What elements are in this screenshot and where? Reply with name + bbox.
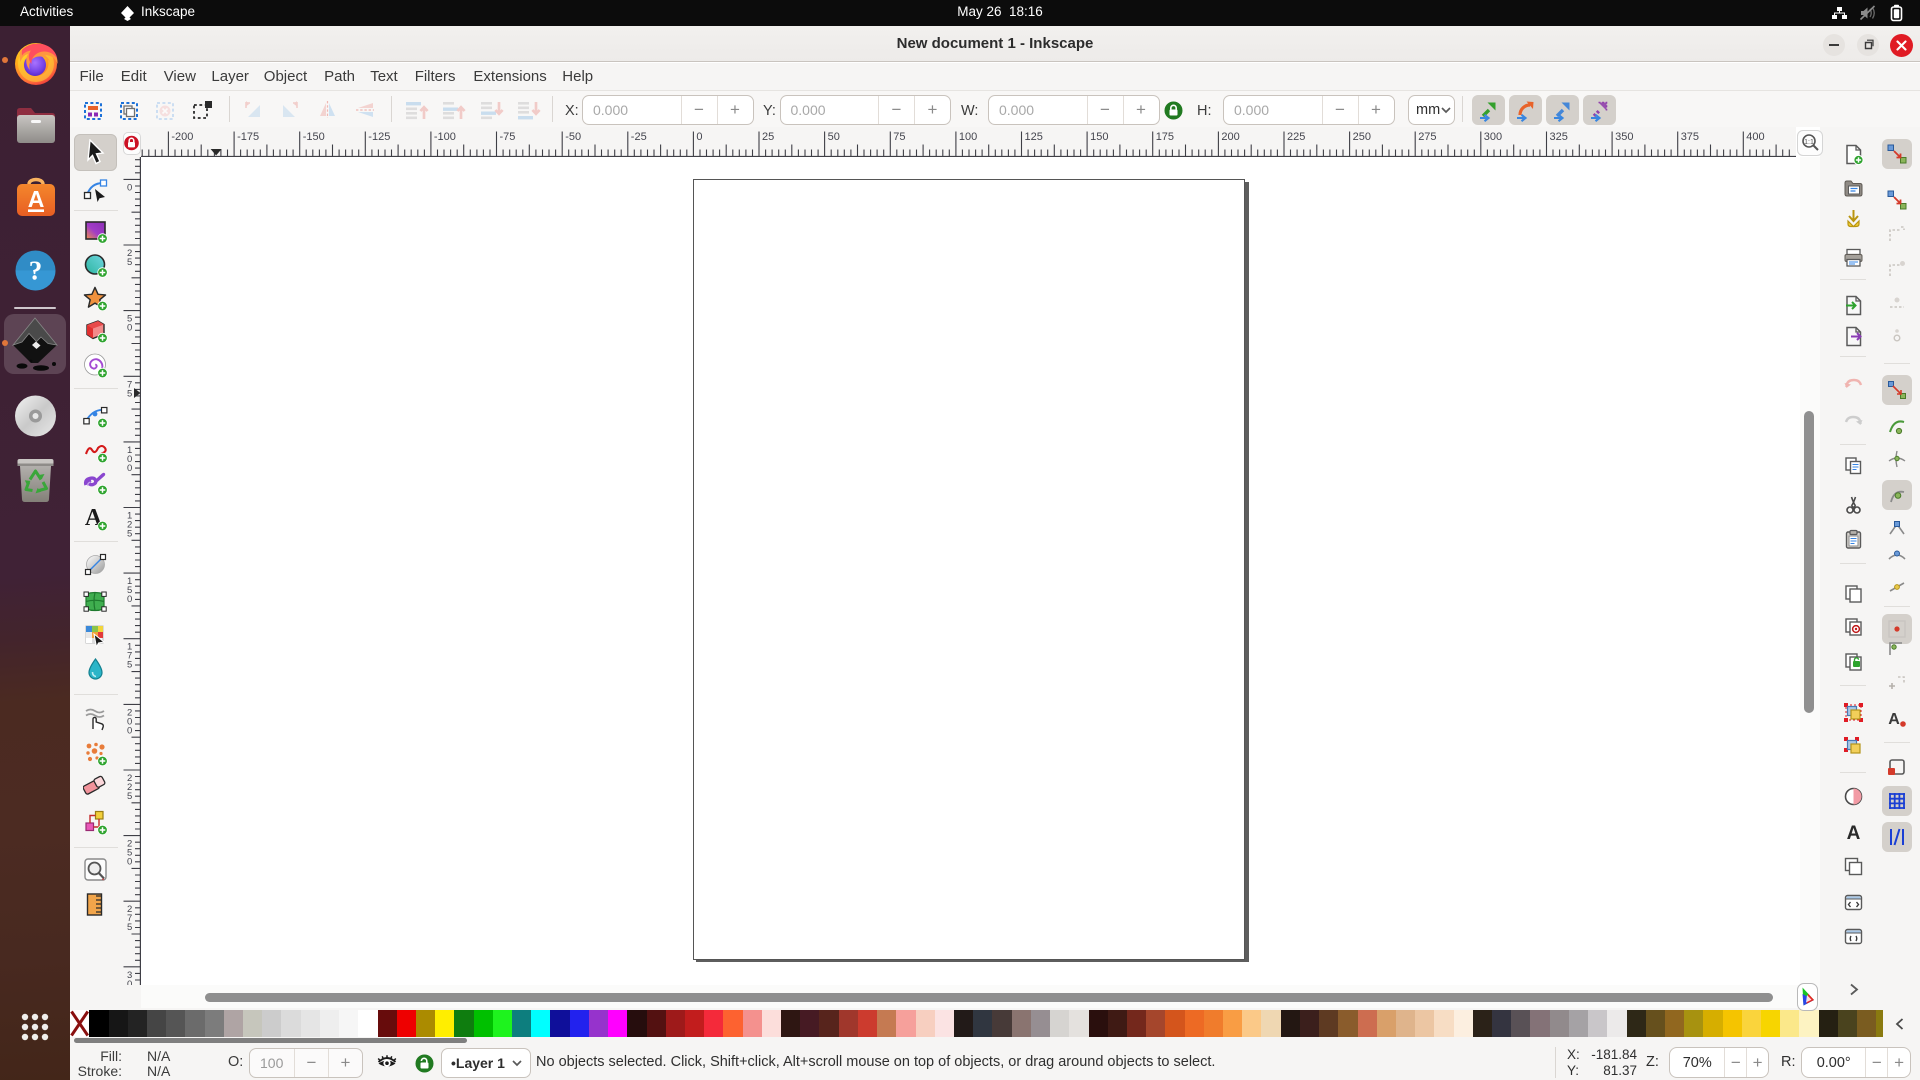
svg-text:0: 0 <box>127 725 132 736</box>
svg-text:1:1: 1:1 <box>1804 139 1814 146</box>
svg-text:0: 0 <box>127 857 132 868</box>
svg-text:0: 0 <box>696 131 702 143</box>
svg-text:125: 125 <box>1025 131 1043 143</box>
svg-text:50: 50 <box>828 131 840 143</box>
svg-text:175: 175 <box>1156 131 1174 143</box>
svg-text:A: A <box>1846 823 1860 843</box>
svg-text:0: 0 <box>127 463 132 474</box>
svg-text:-125: -125 <box>368 131 390 143</box>
svg-text:-100: -100 <box>434 131 456 143</box>
svg-text:150: 150 <box>1090 131 1108 143</box>
svg-text:-75: -75 <box>500 131 516 143</box>
svg-text:-50: -50 <box>565 131 581 143</box>
svg-text:275: 275 <box>1418 131 1436 143</box>
svg-text:5: 5 <box>127 660 132 671</box>
svg-text:325: 325 <box>1550 131 1568 143</box>
svg-text:-200: -200 <box>171 131 193 143</box>
svg-text:400: 400 <box>1746 131 1764 143</box>
svg-text:5: 5 <box>127 922 132 933</box>
svg-text:?: ? <box>29 256 43 286</box>
svg-text:5: 5 <box>127 529 132 540</box>
svg-text:75: 75 <box>893 131 905 143</box>
svg-text:-175: -175 <box>237 131 259 143</box>
svg-text:225: 225 <box>1287 131 1305 143</box>
svg-text:0: 0 <box>127 594 132 605</box>
svg-text:5: 5 <box>127 257 132 268</box>
svg-text:A: A <box>28 186 45 212</box>
svg-text:350: 350 <box>1615 131 1633 143</box>
svg-text:-150: -150 <box>303 131 325 143</box>
svg-text:300: 300 <box>1484 131 1502 143</box>
svg-text:375: 375 <box>1681 131 1699 143</box>
svg-text:0: 0 <box>127 323 132 334</box>
svg-text:250: 250 <box>1353 131 1371 143</box>
svg-text:100: 100 <box>959 131 977 143</box>
svg-text:-25: -25 <box>631 131 647 143</box>
svg-text:0: 0 <box>127 182 132 193</box>
svg-text:25: 25 <box>762 131 774 143</box>
svg-text:A: A <box>1888 711 1900 728</box>
svg-text:200: 200 <box>1221 131 1239 143</box>
svg-text:5: 5 <box>127 791 132 802</box>
svg-text:5: 5 <box>127 388 132 399</box>
